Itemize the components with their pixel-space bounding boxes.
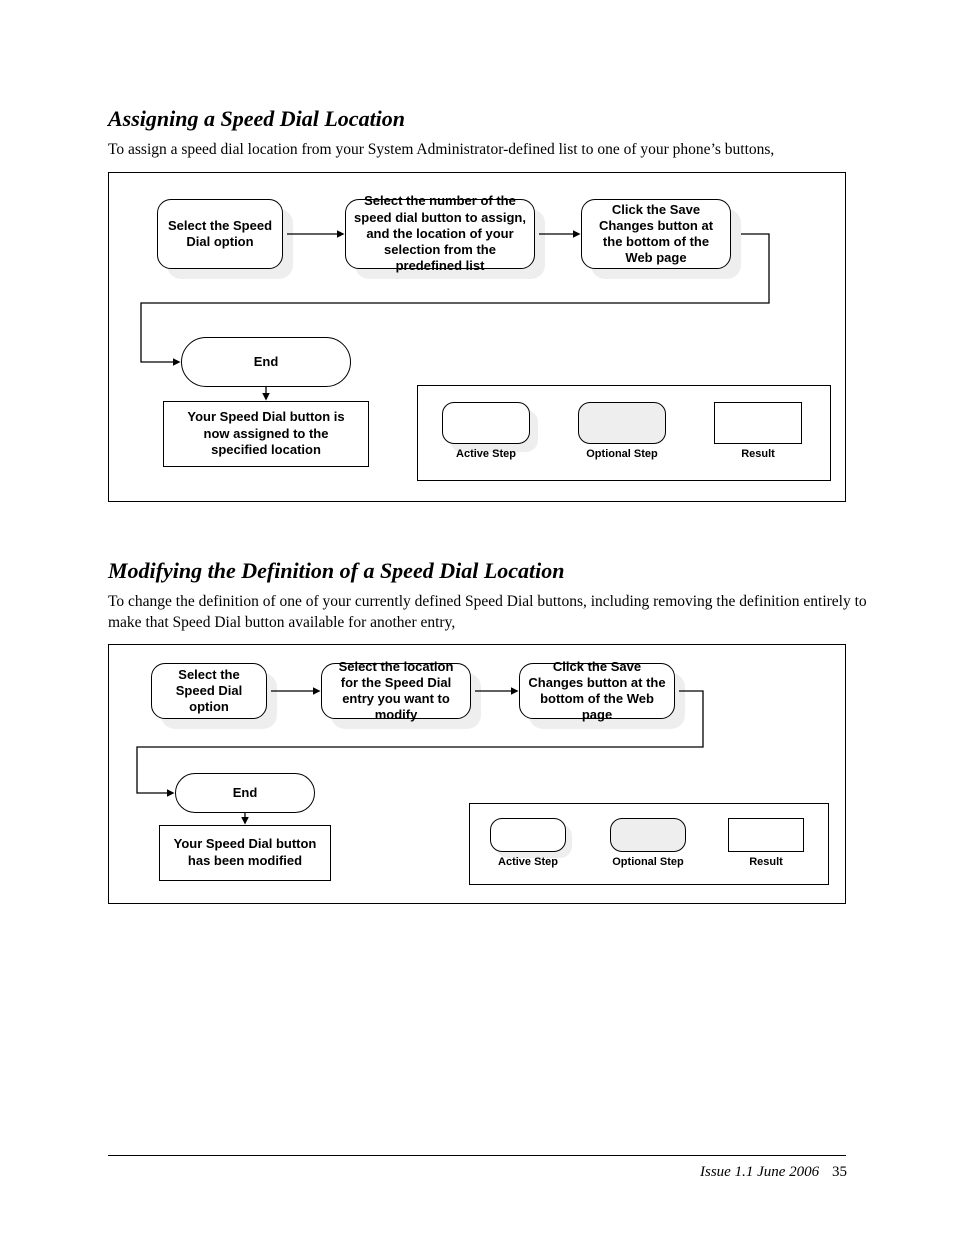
flow2-block-3-label: Click the Save Changes button at the bot… xyxy=(519,663,675,719)
flow1-block-2-label: Select the number of the speed dial butt… xyxy=(345,199,535,269)
flow2-block-2-label: Select the location for the Speed Dial e… xyxy=(321,663,471,719)
footer-issue: Issue 1.1 June 2006 xyxy=(700,1164,819,1181)
legend2-result-label: Result xyxy=(716,856,816,869)
footer-rule xyxy=(108,1155,846,1156)
flow1-block-1: Select the Speed Dial option xyxy=(157,199,283,269)
flow2-end: End xyxy=(175,773,315,813)
flow1-block-3: Click the Save Changes button at the bot… xyxy=(581,199,731,269)
flow1-end: End xyxy=(181,337,351,387)
footer-page-number: 35 xyxy=(832,1164,847,1181)
document-page: Assigning a Speed Dial Location To assig… xyxy=(0,0,954,1235)
legend1-optional-label: Optional Step xyxy=(572,448,672,461)
legend1-active-label: Active Step xyxy=(436,448,536,461)
legend2-active-label: Active Step xyxy=(478,856,578,869)
flow2-result: Your Speed Dial button has been modified xyxy=(159,825,331,881)
flow2-block-3: Click the Save Changes button at the bot… xyxy=(519,663,675,719)
flow1-block-1-label: Select the Speed Dial option xyxy=(157,199,283,269)
section2-desc: To change the definition of one of your … xyxy=(108,592,868,634)
figure-2: Select the Speed Dial option Select the … xyxy=(108,644,846,904)
section1-desc: To assign a speed dial location from you… xyxy=(108,140,868,161)
flow1-result: Your Speed Dial button is now assigned t… xyxy=(163,401,369,467)
legend-1: Active Step Optional Step Result xyxy=(417,385,831,481)
legend-2: Active Step Optional Step Result xyxy=(469,803,829,885)
section1-title: Assigning a Speed Dial Location xyxy=(108,106,405,132)
flow2-block-1: Select the Speed Dial option xyxy=(151,663,267,719)
legend1-result-label: Result xyxy=(708,448,808,461)
flow1-block-3-label: Click the Save Changes button at the bot… xyxy=(581,199,731,269)
flow2-block-1-label: Select the Speed Dial option xyxy=(151,663,267,719)
section2-title: Modifying the Definition of a Speed Dial… xyxy=(108,558,565,584)
flow2-block-2: Select the location for the Speed Dial e… xyxy=(321,663,471,719)
figure-1: Select the Speed Dial option Select the … xyxy=(108,172,846,502)
legend2-optional-label: Optional Step xyxy=(598,856,698,869)
flow1-block-2: Select the number of the speed dial butt… xyxy=(345,199,535,269)
